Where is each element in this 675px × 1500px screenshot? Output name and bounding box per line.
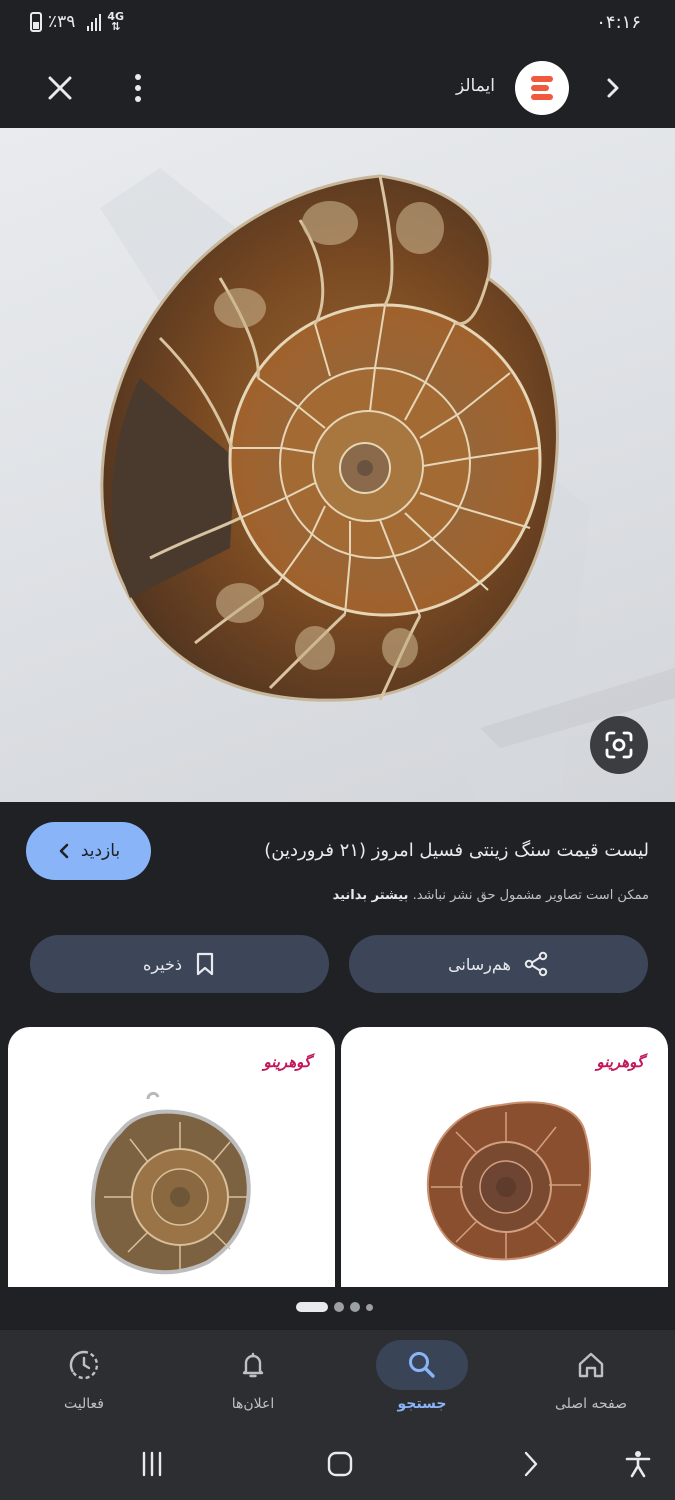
- visit-label: بازدید: [80, 841, 121, 861]
- back-chevron-icon: [524, 1451, 538, 1477]
- back-system-button[interactable]: [510, 1444, 550, 1484]
- result-title: لیست قیمت سنگ زینتی فسیل امروز (۲۱ فرورد…: [264, 840, 649, 861]
- site-name[interactable]: ایمالز: [456, 76, 495, 96]
- viewer-header: ایمالز: [0, 50, 675, 128]
- status-bar: ٪۳۹ 4G ⇅ ۰۴:۱۶: [0, 0, 675, 50]
- more-options-button[interactable]: [125, 68, 151, 108]
- learn-more-link[interactable]: بیشتر بدانید: [333, 888, 409, 903]
- home-icon: [578, 1352, 604, 1378]
- system-navigation-bar: [0, 1430, 675, 1500]
- site-logo[interactable]: [515, 61, 569, 115]
- emalls-logo-icon: [531, 76, 553, 100]
- accessibility-icon: [625, 1451, 651, 1478]
- status-indicators: ٪۳۹ 4G ⇅: [30, 10, 125, 33]
- bottom-navigation: صفحه اصلی جستجو اعلان‌ها ف: [0, 1330, 675, 1430]
- related-image-card[interactable]: گوهرینو: [8, 1027, 335, 1287]
- visit-button[interactable]: بازدید: [26, 822, 151, 880]
- search-icon: [409, 1352, 435, 1378]
- nav-home[interactable]: صفحه اصلی: [507, 1330, 675, 1430]
- next-site-button[interactable]: [599, 74, 627, 102]
- card-brand-logo: گوهرینو: [263, 1053, 311, 1071]
- chevron-left-icon: [59, 843, 69, 859]
- share-label: هم‌رسانی: [448, 954, 511, 974]
- nav-activity-label: فعالیت: [64, 1396, 104, 1412]
- copyright-note: ممکن است تصاویر مشمول حق نشر نباشد. بیشت…: [332, 888, 649, 903]
- nav-search-label: جستجو: [397, 1396, 447, 1412]
- more-vert-icon: [135, 74, 141, 80]
- nav-activity[interactable]: فعالیت: [0, 1330, 168, 1430]
- share-button[interactable]: هم‌رسانی: [349, 935, 648, 993]
- chevron-right-icon: [607, 78, 619, 98]
- carousel-indicator: [296, 1302, 373, 1312]
- home-square-icon: [327, 1451, 353, 1477]
- card-brand-logo: گوهرینو: [596, 1053, 644, 1071]
- lens-search-button[interactable]: [590, 716, 648, 774]
- signal-icon: [87, 13, 102, 31]
- nav-notifications-label: اعلان‌ها: [231, 1396, 275, 1412]
- recent-apps-button[interactable]: [132, 1444, 172, 1484]
- bell-icon: [242, 1352, 264, 1378]
- lens-icon: [605, 731, 633, 759]
- accessibility-button[interactable]: [618, 1444, 658, 1484]
- nav-search[interactable]: جستجو: [338, 1330, 506, 1430]
- nav-notifications[interactable]: اعلان‌ها: [169, 1330, 337, 1430]
- bookmark-icon: [196, 952, 214, 976]
- close-icon: [48, 76, 72, 100]
- nav-home-label: صفحه اصلی: [554, 1396, 628, 1412]
- network-type: 4G ⇅: [107, 10, 125, 33]
- activity-icon: [69, 1350, 99, 1380]
- recent-apps-icon: [142, 1451, 162, 1477]
- battery-percent: ٪۳۹: [48, 12, 76, 32]
- related-image-card[interactable]: گوهرینو: [341, 1027, 668, 1287]
- ammonite-fossil-image: [100, 168, 675, 802]
- save-label: ذخیره: [142, 954, 183, 974]
- share-icon: [524, 951, 548, 977]
- status-time: ۰۴:۱۶: [596, 12, 641, 33]
- save-button[interactable]: ذخیره: [30, 935, 329, 993]
- battery-icon: [30, 12, 42, 32]
- close-button[interactable]: [42, 70, 78, 106]
- home-system-button[interactable]: [320, 1444, 360, 1484]
- result-image[interactable]: [0, 128, 675, 802]
